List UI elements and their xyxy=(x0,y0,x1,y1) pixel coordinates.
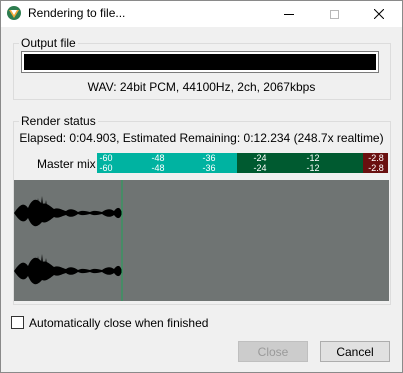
meter-tick-label: -36 xyxy=(202,153,216,163)
output-file-field xyxy=(21,51,379,73)
meter-row-right: -60 -48 -36 -24 -12 -2.8 xyxy=(97,163,388,173)
meter-tick-label: -48 xyxy=(151,163,165,173)
meter-tick-label: -36 xyxy=(202,163,216,173)
render-status-group-label: Render status xyxy=(19,114,98,128)
waveform-preview xyxy=(14,180,389,301)
meter-tick-label: -24 xyxy=(253,163,267,173)
meter-peak-value-right: -2.8 xyxy=(368,163,384,173)
maximize-button[interactable] xyxy=(314,1,354,27)
output-file-path-redacted xyxy=(24,54,376,70)
auto-close-label[interactable]: Automatically close when finished xyxy=(29,316,208,330)
close-icon xyxy=(374,9,384,19)
minimize-button[interactable] xyxy=(269,1,309,27)
master-mix-label: Master mix xyxy=(37,157,96,171)
reaper-logo-icon xyxy=(7,6,21,20)
render-dialog: Rendering to file... Output file WAV: 24… xyxy=(0,0,403,373)
title-bar: Rendering to file... xyxy=(1,1,402,27)
waveform-channel-left xyxy=(14,196,122,228)
output-file-group-label: Output file xyxy=(19,36,78,50)
maximize-icon xyxy=(329,9,339,19)
output-format-text: WAV: 24bit PCM, 44100Hz, 2ch, 2067kbps xyxy=(87,80,316,94)
meter-tick-label: -24 xyxy=(253,153,267,163)
minimize-icon xyxy=(284,13,294,15)
master-level-meter: -60 -48 -36 -24 -12 -2.8 -60 -48 -36 -24… xyxy=(97,153,388,173)
window-title: Rendering to file... xyxy=(28,6,126,20)
meter-row-left: -60 -48 -36 -24 -12 -2.8 xyxy=(97,153,388,163)
elapsed-status-text: Elapsed: 0:04.903, Estimated Remaining: … xyxy=(19,131,384,145)
meter-tick-label: -48 xyxy=(151,153,165,163)
meter-tick-label: -12 xyxy=(306,163,320,173)
meter-peak-value-left: -2.8 xyxy=(368,153,384,163)
meter-tick-label: -12 xyxy=(306,153,320,163)
waveform-channel-right xyxy=(14,254,122,286)
auto-close-checkbox[interactable] xyxy=(11,316,24,329)
meter-tick-label: -60 xyxy=(99,163,113,173)
close-button[interactable]: Close xyxy=(238,341,308,362)
close-window-button[interactable] xyxy=(359,1,399,27)
cancel-button[interactable]: Cancel xyxy=(320,341,390,362)
meter-tick-label: -60 xyxy=(99,153,113,163)
